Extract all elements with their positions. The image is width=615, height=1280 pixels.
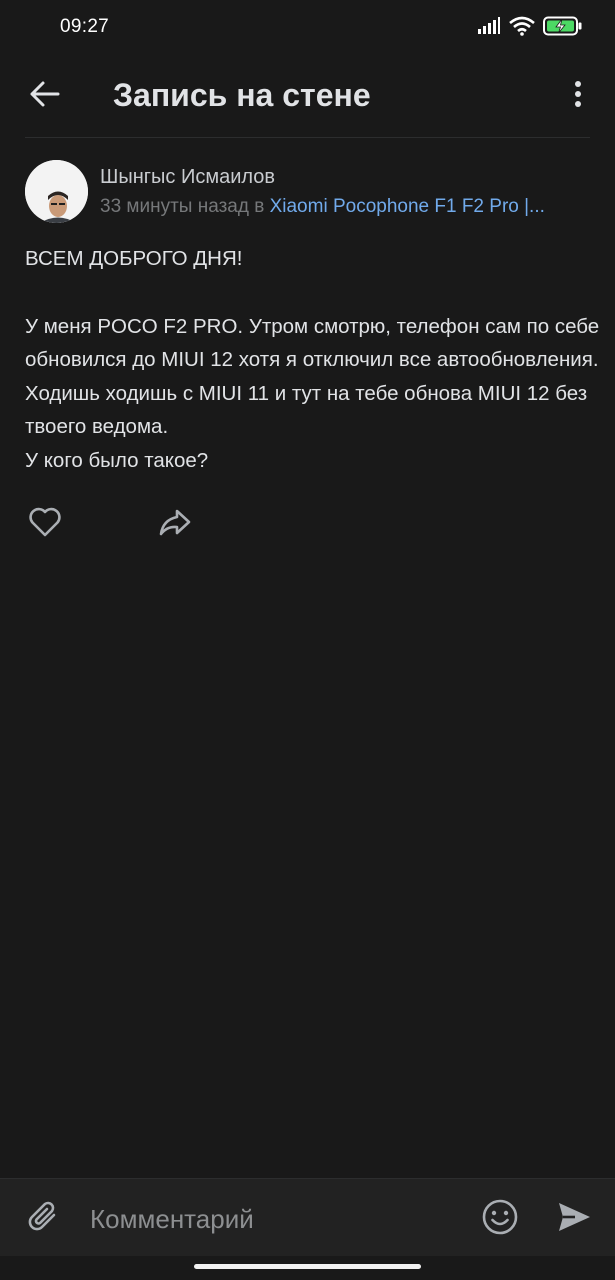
comment-bar — [0, 1178, 615, 1256]
header-divider — [25, 137, 590, 138]
post-paragraph: У кого было такое? — [25, 448, 209, 472]
post-author: Шынгыс Исмаилов 33 минуты назад в Xiaomi… — [25, 160, 605, 224]
heart-icon — [28, 507, 62, 542]
like-button[interactable] — [25, 504, 65, 544]
author-name[interactable]: Шынгыс Исмаилов — [100, 166, 275, 189]
more-vertical-icon — [574, 80, 582, 113]
status-time: 09:27 — [60, 16, 110, 37]
wifi-icon — [509, 16, 535, 41]
post-text: ВСЕМ ДОБРОГО ДНЯ! У меня POCO F2 PRO. Ут… — [25, 242, 600, 478]
battery-charging-icon — [543, 16, 583, 41]
paperclip-icon — [26, 1199, 62, 1240]
post-paragraph: У меня POCO F2 PRO. Утром смотрю, телефо… — [25, 314, 600, 439]
more-button[interactable] — [563, 76, 593, 116]
emoji-button[interactable] — [478, 1197, 522, 1241]
send-icon — [556, 1200, 592, 1239]
home-indicator[interactable] — [194, 1264, 421, 1269]
arrow-left-icon — [28, 80, 60, 113]
status-bar: 09:27 — [0, 0, 615, 56]
send-button[interactable] — [552, 1197, 596, 1241]
status-icons — [477, 16, 583, 41]
screen: 09:27 Запись на стене Шынгыс Исмаилов 33… — [0, 0, 615, 1280]
signal-icon — [477, 17, 501, 40]
share-icon — [158, 507, 192, 542]
back-button[interactable] — [22, 76, 66, 116]
post-paragraph: ВСЕМ ДОБРОГО ДНЯ! — [25, 247, 243, 270]
post-meta: 33 минуты назад в Xiaomi Pocophone F1 F2… — [100, 196, 605, 218]
header: Запись на стене — [0, 56, 615, 138]
comment-input[interactable] — [90, 1199, 450, 1239]
avatar[interactable] — [25, 160, 88, 223]
post-time: 33 минуты назад в — [100, 196, 270, 217]
attach-button[interactable] — [22, 1197, 66, 1241]
community-link[interactable]: Xiaomi Pocophone F1 F2 Pro |... — [270, 196, 545, 217]
share-button[interactable] — [155, 504, 195, 544]
page-title: Запись на стене — [113, 77, 371, 113]
smile-icon — [481, 1198, 519, 1241]
